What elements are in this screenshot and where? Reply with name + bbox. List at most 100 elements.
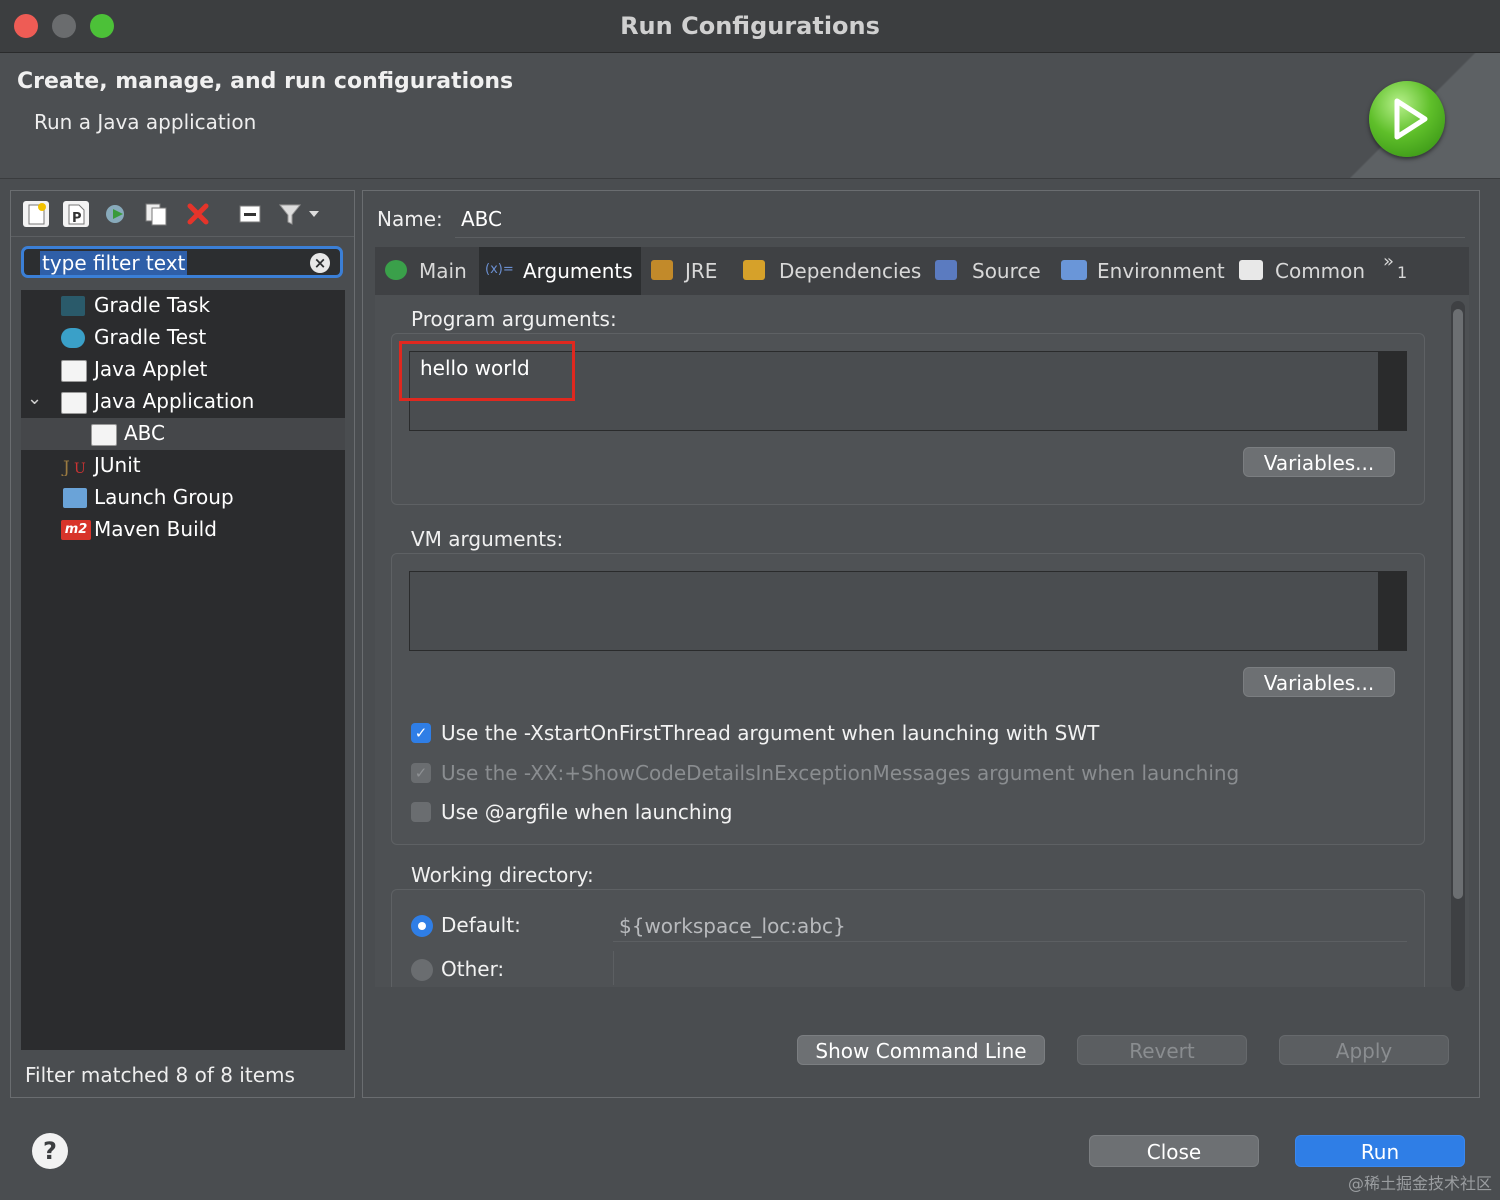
tree-item-abc[interactable]: ABC	[21, 418, 345, 450]
delete-icon[interactable]	[185, 201, 211, 227]
filter-status: Filter matched 8 of 8 items	[25, 1063, 295, 1087]
program-args-scrollbar[interactable]	[1378, 352, 1406, 430]
svg-text:J: J	[61, 458, 70, 476]
tree-item-label: JUnit	[94, 453, 141, 477]
tree-item-gradle-test[interactable]: Gradle Test	[21, 322, 345, 354]
chevron-down-icon[interactable]: ⌄	[27, 388, 42, 409]
tab-dependencies[interactable]: Dependencies	[737, 247, 925, 295]
filter-input[interactable]: type filter text ×	[21, 246, 343, 278]
dependencies-icon	[743, 260, 765, 280]
junit-icon: JU	[61, 456, 86, 478]
maven-icon: m2	[61, 520, 91, 540]
configuration-list-panel: P type filter text × Gradle Task Gradle …	[10, 190, 355, 1098]
window-title: Run Configurations	[620, 12, 880, 40]
gradle-icon	[61, 296, 85, 316]
header-title: Create, manage, and run configurations	[17, 69, 514, 94]
argfile-checkbox[interactable]	[411, 802, 431, 822]
program-args-label: Program arguments:	[411, 307, 617, 331]
new-config-icon[interactable]	[23, 201, 49, 227]
title-bar: Run Configurations	[0, 0, 1500, 53]
tab-label: JRE	[685, 259, 718, 283]
configuration-tree: Gradle Task Gradle Test Java Applet ⌄ Ja…	[21, 290, 345, 1050]
xstartonfirstthread-checkbox[interactable]: ✓	[411, 723, 431, 743]
vm-args-scrollbar[interactable]	[1378, 572, 1406, 650]
tree-item-label: Gradle Test	[94, 325, 207, 349]
new-prototype-icon[interactable]: P	[63, 201, 89, 227]
tab-source[interactable]: Source	[927, 247, 1049, 295]
tab-label: Environment	[1097, 259, 1225, 283]
tree-item-maven-build[interactable]: m2 Maven Build	[21, 514, 345, 546]
java-application-icon	[61, 392, 87, 414]
tab-arguments[interactable]: (x)= Arguments	[479, 247, 641, 295]
tab-overflow[interactable]: » 1	[1379, 247, 1419, 295]
argfile-label: Use @argfile when launching	[441, 800, 733, 824]
other-dir-field[interactable]	[613, 951, 1408, 985]
close-button[interactable]: Close	[1089, 1135, 1259, 1167]
tab-common[interactable]: Common	[1229, 247, 1365, 295]
vm-variables-button[interactable]: Variables...	[1243, 667, 1395, 697]
run-button[interactable]: Run	[1295, 1135, 1465, 1167]
tab-label: Common	[1275, 259, 1366, 283]
default-dir-value: ${workspace_loc:abc}	[619, 914, 846, 938]
export-icon[interactable]	[103, 201, 129, 227]
run-play-icon	[1369, 81, 1445, 157]
configuration-editor-panel: Name: ABC Main (x)= Arguments JRE Depend…	[362, 190, 1480, 1098]
header-subtitle: Run a Java application	[34, 110, 257, 134]
tree-item-junit[interactable]: JU JUnit	[21, 450, 345, 482]
apply-button: Apply	[1279, 1035, 1449, 1065]
default-dir-radio[interactable]	[411, 915, 433, 937]
clear-filter-icon[interactable]: ×	[310, 253, 330, 273]
default-dir-field: ${workspace_loc:abc}	[613, 907, 1407, 942]
tab-main[interactable]: Main	[375, 247, 477, 295]
launch-group-icon	[63, 488, 87, 508]
filter-placeholder: type filter text	[40, 251, 188, 275]
duplicate-icon[interactable]	[143, 201, 169, 227]
filter-dropdown-icon[interactable]	[307, 201, 321, 227]
tab-label: Dependencies	[779, 259, 922, 283]
tree-item-gradle-task[interactable]: Gradle Task	[21, 290, 345, 322]
gradle-elephant-icon	[61, 328, 85, 348]
common-icon	[1239, 260, 1263, 280]
tab-label: Source	[972, 259, 1041, 283]
arguments-icon: (x)=	[485, 262, 514, 277]
show-command-line-button[interactable]: Show Command Line	[797, 1035, 1045, 1065]
java-application-icon	[91, 424, 117, 446]
jre-icon	[651, 260, 673, 280]
help-icon[interactable]: ?	[32, 1133, 68, 1169]
revert-button: Revert	[1077, 1035, 1247, 1065]
scrollbar-thumb[interactable]	[1453, 309, 1463, 899]
other-dir-radio[interactable]	[411, 959, 433, 981]
xstartonfirstthread-label: Use the -XstartOnFirstThread argument wh…	[441, 721, 1100, 745]
arguments-tab-content: Program arguments: hello world Variables…	[375, 295, 1469, 987]
tree-item-label: ABC	[124, 421, 166, 445]
svg-text:P: P	[72, 211, 82, 226]
tab-content-scrollbar[interactable]	[1451, 301, 1465, 991]
highlight-annotation	[399, 341, 575, 401]
tab-label: Main	[419, 259, 467, 283]
filter-icon[interactable]	[277, 201, 303, 227]
overflow-chevron-icon: »	[1383, 251, 1395, 272]
tab-jre[interactable]: JRE	[643, 247, 735, 295]
tree-item-java-application[interactable]: ⌄ Java Application	[21, 386, 345, 418]
showcodedetails-label: Use the -XX:+ShowCodeDetailsInExceptionM…	[441, 761, 1240, 785]
tab-overflow-count: 1	[1397, 263, 1408, 282]
main-class-icon	[385, 260, 407, 280]
tab-environment[interactable]: Environment	[1051, 247, 1227, 295]
vm-args-label: VM arguments:	[411, 527, 564, 551]
default-dir-label: Default:	[441, 913, 521, 937]
collapse-all-icon[interactable]	[237, 201, 263, 227]
name-value: ABC	[461, 207, 503, 231]
left-toolbar: P	[11, 191, 354, 237]
name-label: Name:	[377, 207, 443, 231]
watermark: @稀土掘金技术社区	[1347, 1174, 1492, 1193]
showcodedetails-checkbox: ✓	[411, 763, 431, 783]
tree-item-label: Java Application	[94, 389, 255, 413]
name-field[interactable]: ABC	[455, 203, 1465, 238]
tree-item-launch-group[interactable]: Launch Group	[21, 482, 345, 514]
program-variables-button[interactable]: Variables...	[1243, 447, 1395, 477]
vm-args-textarea[interactable]	[409, 571, 1407, 651]
other-dir-label: Other:	[441, 957, 505, 981]
tree-item-java-applet[interactable]: Java Applet	[21, 354, 345, 386]
environment-icon	[1061, 260, 1087, 280]
tree-item-label: Gradle Task	[94, 293, 211, 317]
